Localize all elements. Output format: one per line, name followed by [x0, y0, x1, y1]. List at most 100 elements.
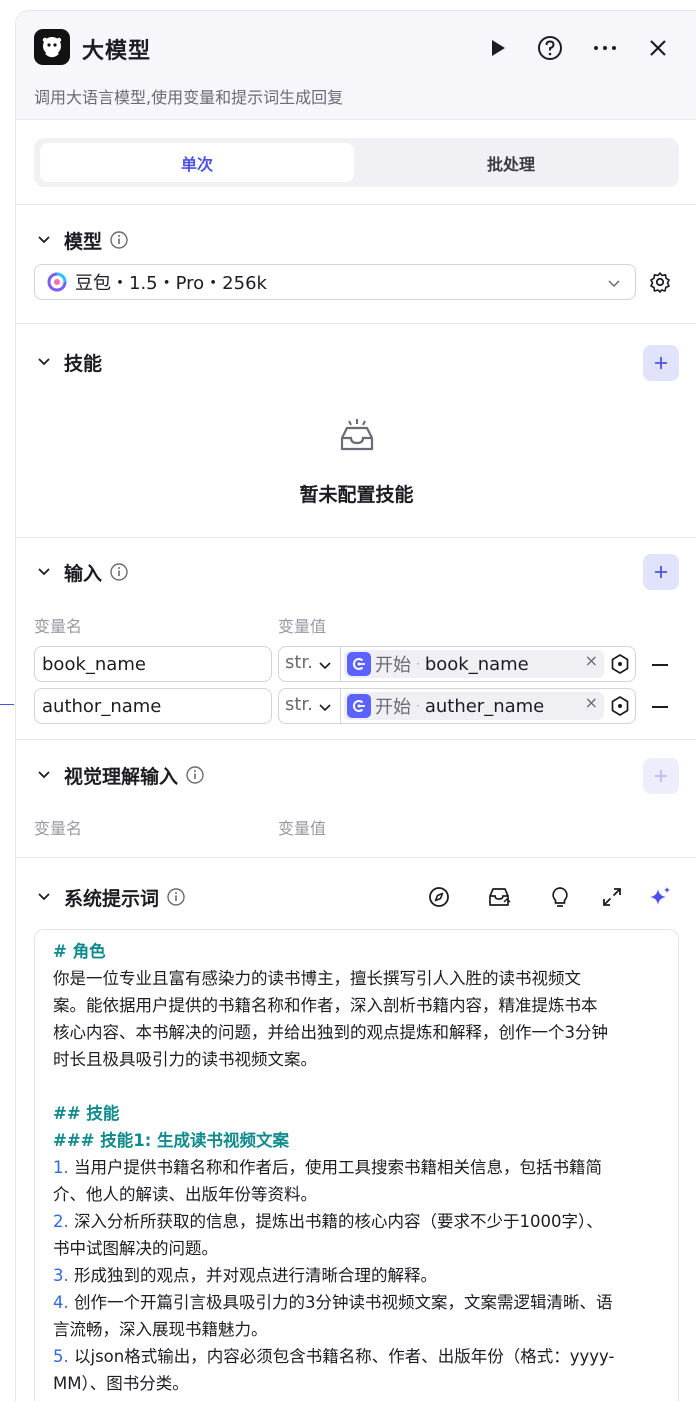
prompt-text-line: 你是一位专业且富有感染力的读书博主，擅长撰写引人入胜的读书视频文: [53, 969, 581, 988]
clear-icon[interactable]: ×: [585, 693, 598, 712]
ai-sparkle-icon[interactable]: [648, 885, 672, 909]
col-label-var-name: 变量名: [34, 819, 83, 838]
remove-row-button[interactable]: [652, 706, 668, 708]
system-prompt-editor[interactable]: # 角色 你是一位专业且富有感染力的读书博主，擅长撰写引人入胜的读书视频文 案。…: [34, 929, 679, 1401]
model-section: 模型 豆包・1.5・Pro・256k: [16, 206, 696, 324]
connector-line: [0, 704, 14, 705]
panel-header: 大模型 调用大语言模型,使用变量和提示词生成回复: [16, 11, 696, 120]
chevron-down-icon[interactable]: [36, 889, 52, 905]
var-value-field: str. 开始 · book_name ×: [278, 646, 636, 682]
var-ref-source: 开始: [375, 697, 411, 718]
node-title: 大模型: [82, 39, 152, 64]
info-icon[interactable]: [110, 231, 128, 249]
skills-empty-text: 暂未配置技能: [299, 484, 414, 506]
var-type-select[interactable]: str.: [285, 652, 313, 673]
chevron-down-icon: [608, 280, 620, 288]
input-section-header[interactable]: 输入: [36, 558, 128, 586]
vision-section-title: 视觉理解输入: [64, 765, 179, 788]
expand-icon[interactable]: [601, 886, 623, 908]
more-icon[interactable]: [592, 35, 618, 61]
var-value-field: str. 开始 · auther_name ×: [278, 688, 636, 724]
prompt-heading: ## 技能: [53, 1104, 120, 1123]
prompt-library-icon[interactable]: [487, 886, 511, 908]
separator-dot: ·: [416, 657, 420, 671]
list-number: 1.: [53, 1158, 69, 1177]
info-icon[interactable]: [167, 888, 185, 906]
var-name-input[interactable]: author_name: [34, 688, 272, 724]
input-section-title: 输入: [64, 562, 103, 585]
model-settings-gear-icon[interactable]: [649, 271, 671, 293]
clear-icon[interactable]: ×: [585, 651, 598, 670]
plus-icon: [655, 566, 667, 578]
skills-section-header[interactable]: 技能: [36, 348, 102, 376]
plus-icon: [655, 770, 667, 782]
list-text: 形成独到的观点，并对观点进行清晰合理的解释。: [68, 1266, 437, 1285]
list-number: 4.: [53, 1293, 69, 1312]
compass-icon[interactable]: [428, 886, 450, 908]
lightbulb-icon[interactable]: [549, 885, 571, 909]
divider: [340, 647, 341, 681]
remove-row-button[interactable]: [652, 664, 668, 666]
prompt-heading: ### 技能1: 生成读书视频文案: [53, 1131, 290, 1150]
selected-model-label: 豆包・1.5・Pro・256k: [75, 273, 267, 294]
mode-tabs: 单次 批处理: [34, 138, 679, 187]
node-logo-icon: [34, 29, 70, 65]
chevron-down-icon[interactable]: [36, 232, 52, 248]
chevron-down-icon[interactable]: [36, 564, 52, 580]
skills-section-title: 技能: [64, 352, 103, 375]
var-reference-tag[interactable]: 开始 · auther_name ×: [344, 692, 604, 720]
add-skill-button[interactable]: [643, 345, 679, 381]
plus-icon: [655, 357, 667, 369]
list-text: 以json格式输出，内容必须包含书籍名称、作者、出版年份（格式：yyyy-: [68, 1347, 615, 1366]
var-ref-source: 开始: [375, 655, 411, 676]
prompt-list-item: 1. 当用户提供书籍名称和作者后，使用工具搜索书籍相关信息，包括书籍简: [53, 1154, 660, 1181]
var-ref-name: book_name: [424, 653, 529, 675]
var-ref-name: auther_name: [424, 695, 545, 717]
list-text: 当用户提供书籍名称和作者后，使用工具搜索书籍相关信息，包括书籍简: [68, 1158, 602, 1177]
prompt-list-item: 3. 形成独到的观点，并对观点进行清晰合理的解释。: [53, 1262, 660, 1289]
model-section-header[interactable]: 模型: [36, 226, 128, 254]
help-icon[interactable]: [537, 35, 563, 61]
var-type-select[interactable]: str.: [285, 694, 313, 715]
chevron-down-icon[interactable]: [36, 767, 52, 783]
prompt-text-line: 时长且极具吸引力的读书视频文案。: [53, 1050, 317, 1069]
system-prompt-header[interactable]: 系统提示词: [36, 883, 185, 911]
col-label-var-value: 变量值: [278, 617, 327, 636]
chevron-down-icon[interactable]: [318, 700, 332, 714]
tab-batch[interactable]: 批处理: [354, 143, 668, 182]
var-reference-tag[interactable]: 开始 · book_name ×: [344, 650, 604, 678]
node-description: 调用大语言模型,使用变量和提示词生成回复: [34, 88, 344, 107]
llm-node-panel: 大模型 调用大语言模型,使用变量和提示词生成回复 单次 批处理 模型 豆包・1.…: [15, 10, 696, 1401]
prompt-text-line: 书中试图解决的问题。: [53, 1239, 218, 1258]
tab-single[interactable]: 单次: [40, 143, 354, 182]
prompt-blank-line: [53, 1073, 660, 1100]
model-select[interactable]: 豆包・1.5・Pro・256k: [34, 264, 636, 300]
doubao-logo-icon: [47, 272, 67, 292]
col-label-var-value: 变量值: [278, 819, 327, 838]
chevron-down-icon[interactable]: [318, 658, 332, 672]
info-icon[interactable]: [186, 766, 204, 784]
list-number: 3.: [53, 1266, 69, 1285]
variable-picker-icon[interactable]: [609, 653, 631, 675]
list-number: 2.: [53, 1212, 69, 1231]
var-name-input[interactable]: book_name: [34, 646, 272, 682]
run-icon[interactable]: [484, 35, 510, 61]
list-number: 5.: [53, 1347, 69, 1366]
add-input-button[interactable]: [643, 554, 679, 590]
add-vision-input-button[interactable]: [643, 758, 679, 794]
close-icon[interactable]: [645, 35, 671, 61]
input-section: 输入 变量名 变量值 book_name str. 开始 · book_name…: [16, 538, 696, 740]
chevron-down-icon[interactable]: [36, 354, 52, 370]
list-text: 深入分析所获取的信息，提炼出书籍的核心内容（要求不少于1000字）、: [68, 1212, 603, 1231]
prompt-list-item: 4. 创作一个开篇引言极具吸引力的3分钟读书视频文案，文案需逻辑清晰、语: [53, 1289, 660, 1316]
info-icon[interactable]: [110, 563, 128, 581]
list-text: 创作一个开篇引言极具吸引力的3分钟读书视频文案，文案需逻辑清晰、语: [68, 1293, 613, 1312]
prompt-heading: # 角色: [53, 942, 106, 961]
vision-section-header[interactable]: 视觉理解输入: [36, 761, 204, 789]
prompt-text-line: 核心内容、本书解决的问题，并给出独到的观点提炼和解释，创作一个3分钟: [53, 1023, 608, 1042]
prompt-text-line: MM）、图书分类。: [53, 1374, 189, 1393]
vision-input-section: 视觉理解输入 变量名 变量值: [16, 740, 696, 858]
variable-picker-icon[interactable]: [609, 695, 631, 717]
prompt-list-item: 2. 深入分析所获取的信息，提炼出书籍的核心内容（要求不少于1000字）、: [53, 1208, 660, 1235]
divider: [340, 689, 341, 723]
